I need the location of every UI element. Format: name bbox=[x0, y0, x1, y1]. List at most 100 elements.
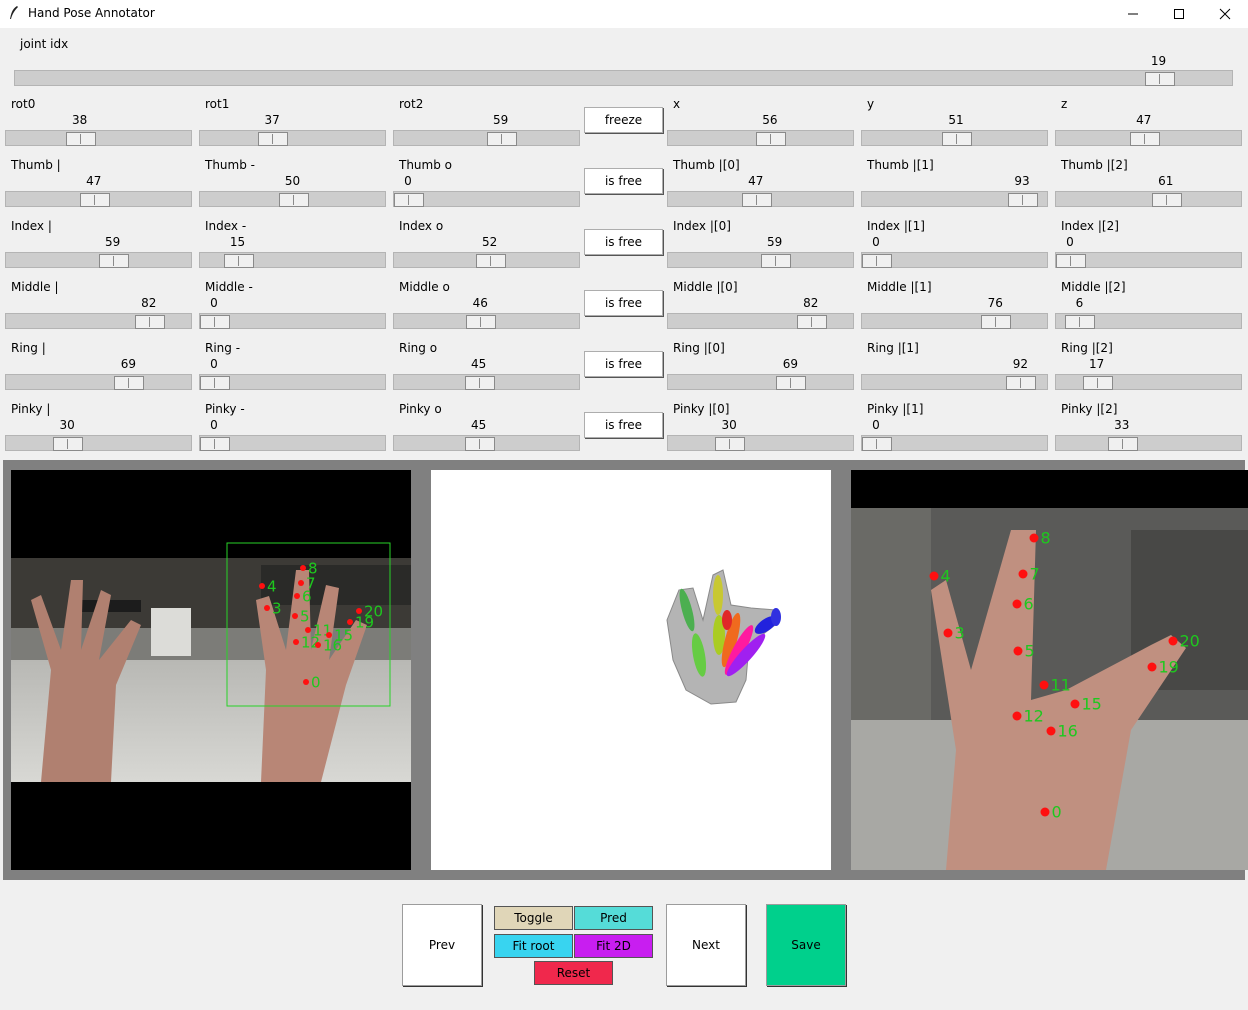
slider-thumb[interactable] bbox=[741, 193, 772, 207]
fit-root-button[interactable]: Fit root bbox=[494, 934, 573, 958]
keypoint-dot[interactable] bbox=[294, 593, 300, 599]
prev-button[interactable]: Prev bbox=[402, 904, 482, 986]
keypoint-dot[interactable] bbox=[1012, 711, 1022, 721]
keypoint-dot[interactable] bbox=[929, 571, 939, 581]
slider-thumb-1[interactable] bbox=[861, 191, 1048, 207]
slider-thumb[interactable] bbox=[466, 315, 497, 329]
keypoint-dot[interactable] bbox=[1070, 699, 1080, 709]
toggle-button[interactable]: Toggle bbox=[494, 906, 573, 930]
slider-pinky-2[interactable] bbox=[1055, 435, 1242, 451]
slider-thumb[interactable] bbox=[1056, 254, 1086, 268]
slider-pinky[interactable] bbox=[5, 435, 192, 451]
joint-idx-slider[interactable] bbox=[14, 70, 1233, 86]
slider-thumb[interactable] bbox=[1065, 315, 1096, 329]
slider-thumb[interactable] bbox=[1129, 132, 1160, 146]
keypoint-dot[interactable] bbox=[300, 565, 306, 571]
slider-z[interactable] bbox=[1055, 130, 1242, 146]
slider-middle-2[interactable] bbox=[1055, 313, 1242, 329]
slider-thumb[interactable] bbox=[5, 191, 192, 207]
slider-thumb[interactable] bbox=[862, 437, 892, 451]
keypoint-dot[interactable] bbox=[1040, 807, 1050, 817]
slider-thumb[interactable] bbox=[200, 376, 230, 390]
keypoint-dot[interactable] bbox=[292, 613, 298, 619]
slider-thumb[interactable] bbox=[1082, 376, 1113, 390]
slider-thumb[interactable] bbox=[464, 437, 495, 451]
slider-index-2[interactable] bbox=[1055, 252, 1242, 268]
slider-thumb[interactable] bbox=[475, 254, 506, 268]
slider-thumb[interactable] bbox=[796, 315, 827, 329]
next-button[interactable]: Next bbox=[666, 904, 746, 986]
slider-thumb[interactable] bbox=[776, 376, 807, 390]
camera-view-left[interactable]: 8 4 7 6 3 5 20 19 11 15 12 16 0 bbox=[11, 470, 411, 870]
is-free-button[interactable]: is free bbox=[584, 290, 663, 316]
slider-ring-2[interactable] bbox=[1055, 374, 1242, 390]
slider-rot2[interactable] bbox=[393, 130, 580, 146]
slider-thumb[interactable] bbox=[1006, 376, 1037, 390]
keypoint-dot[interactable] bbox=[293, 639, 299, 645]
is-free-button[interactable]: is free bbox=[584, 229, 663, 255]
keypoint-dot[interactable] bbox=[1029, 533, 1039, 543]
slider-thumb[interactable] bbox=[981, 315, 1012, 329]
keypoint-dot[interactable] bbox=[1046, 726, 1056, 736]
slider-thumb[interactable] bbox=[223, 254, 254, 268]
pred-button[interactable]: Pred bbox=[574, 906, 653, 930]
slider-thumb[interactable] bbox=[53, 437, 84, 451]
keypoint-dot[interactable] bbox=[1168, 636, 1178, 646]
save-button[interactable]: Save bbox=[766, 904, 846, 986]
close-button[interactable] bbox=[1202, 0, 1248, 28]
slider-middle-o[interactable] bbox=[393, 313, 580, 329]
slider-thumb[interactable] bbox=[862, 254, 892, 268]
slider-rot1[interactable] bbox=[199, 130, 386, 146]
keypoint-dot[interactable] bbox=[1018, 569, 1028, 579]
keypoint-dot[interactable] bbox=[315, 642, 321, 648]
maximize-button[interactable] bbox=[1156, 0, 1202, 28]
slider-thumb-2[interactable] bbox=[1055, 191, 1242, 207]
fit-2d-button[interactable]: Fit 2D bbox=[574, 934, 653, 958]
slider-pinky-o[interactable] bbox=[393, 435, 580, 451]
is-free-button[interactable]: is free bbox=[584, 412, 663, 438]
slider-thumb-o[interactable] bbox=[393, 191, 580, 207]
slider-rot0[interactable] bbox=[5, 130, 192, 146]
slider-ring-1[interactable] bbox=[861, 374, 1048, 390]
slider-thumb[interactable] bbox=[1008, 193, 1038, 207]
keypoint-dot[interactable] bbox=[1147, 662, 1157, 672]
keypoint-dot[interactable] bbox=[303, 679, 309, 685]
slider-y[interactable] bbox=[861, 130, 1048, 146]
keypoint-dot[interactable] bbox=[305, 627, 311, 633]
slider-pinky-1[interactable] bbox=[861, 435, 1048, 451]
joint-idx-slider-thumb[interactable] bbox=[1144, 72, 1175, 86]
slider-thumb[interactable] bbox=[114, 376, 145, 390]
slider-thumb[interactable] bbox=[79, 193, 110, 207]
hand-model-view[interactable] bbox=[431, 470, 831, 870]
freeze-button[interactable]: freeze bbox=[584, 107, 663, 133]
slider-index[interactable] bbox=[199, 252, 386, 268]
slider-x[interactable] bbox=[667, 130, 854, 146]
minimize-button[interactable] bbox=[1110, 0, 1156, 28]
reset-button[interactable]: Reset bbox=[534, 961, 613, 985]
slider-thumb[interactable] bbox=[98, 254, 129, 268]
keypoint-dot[interactable] bbox=[1012, 599, 1022, 609]
slider-thumb[interactable] bbox=[755, 132, 786, 146]
slider-thumb[interactable] bbox=[134, 315, 165, 329]
slider-thumb[interactable] bbox=[394, 193, 424, 207]
slider-ring[interactable] bbox=[199, 374, 386, 390]
camera-view-right[interactable]: 8 4 7 6 3 5 20 19 11 15 12 16 0 bbox=[851, 470, 1248, 870]
slider-thumb[interactable] bbox=[1107, 437, 1138, 451]
keypoint-dot[interactable] bbox=[298, 580, 304, 586]
slider-middle[interactable] bbox=[199, 313, 386, 329]
slider-ring-o[interactable] bbox=[393, 374, 580, 390]
slider-index-0[interactable] bbox=[667, 252, 854, 268]
slider-middle-0[interactable] bbox=[667, 313, 854, 329]
slider-thumb[interactable] bbox=[1151, 193, 1182, 207]
keypoint-dot[interactable] bbox=[1039, 680, 1049, 690]
slider-thumb[interactable] bbox=[65, 132, 96, 146]
slider-index-o[interactable] bbox=[393, 252, 580, 268]
slider-pinky[interactable] bbox=[199, 435, 386, 451]
slider-thumb[interactable] bbox=[715, 437, 746, 451]
keypoint-dot[interactable] bbox=[259, 583, 265, 589]
slider-thumb[interactable] bbox=[200, 437, 230, 451]
slider-ring-0[interactable] bbox=[667, 374, 854, 390]
keypoint-dot[interactable] bbox=[347, 619, 353, 625]
slider-index[interactable] bbox=[5, 252, 192, 268]
slider-thumb[interactable] bbox=[464, 376, 495, 390]
